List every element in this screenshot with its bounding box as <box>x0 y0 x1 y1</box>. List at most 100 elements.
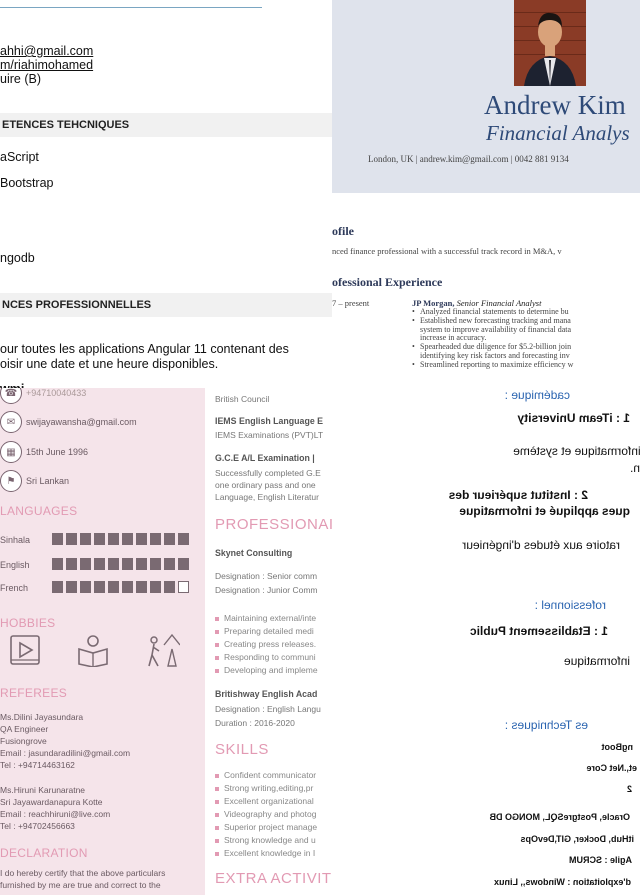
hobbies-heading: HOBBIES <box>0 616 56 630</box>
declaration-text: I do hereby certify that the above parti… <box>0 867 165 891</box>
level-square <box>94 581 105 593</box>
level-square <box>66 533 77 545</box>
mirror-line: 1 : Etablissement Public <box>469 624 608 638</box>
experience-line: oisir une date et une heure disponibles. <box>0 357 219 371</box>
music-player-icon <box>10 635 40 665</box>
mirror-line: itHub, Docker, GIT,DevOps <box>520 834 634 844</box>
mirror-line: Oracle, PostgreSQL, MONGO DB <box>489 812 630 822</box>
level-square <box>136 558 147 570</box>
designation-line: Designation : Junior Comm <box>215 585 318 595</box>
referee-line: Tel : +94702456663 <box>0 821 75 831</box>
experience-line: our toutes les applications Angular 11 c… <box>0 342 289 356</box>
language-level-bars <box>52 581 189 593</box>
mail-icon: ✉ <box>0 411 22 433</box>
language-level-bars <box>52 558 189 570</box>
level-square <box>122 533 133 545</box>
declaration-line: I do hereby certify that the above parti… <box>0 868 166 878</box>
level-square <box>108 558 119 570</box>
candidate-role: Financial Analys <box>486 121 630 145</box>
experience-text: our toutes les applications Angular 11 c… <box>0 342 289 372</box>
mirror-line: informatique <box>563 654 630 668</box>
level-square <box>122 558 133 570</box>
job-bullets: • Analyzed financial statements to determ… <box>412 307 574 370</box>
duty-item: Creating press releases. <box>215 639 316 649</box>
hiking-icon <box>148 633 180 667</box>
email-text: swijayawansha@gmail.com <box>26 417 137 427</box>
education-line: Successfully completed G.E <box>215 468 321 478</box>
language-name: English <box>0 560 30 570</box>
level-square <box>52 533 63 545</box>
education-org: IEMS Examinations (PVT)LT <box>215 430 324 440</box>
skill-item: Confident communicator <box>215 770 316 780</box>
skill-item: Superior project manage <box>215 822 317 832</box>
flag-icon: ⚑ <box>0 470 22 492</box>
level-square <box>150 533 161 545</box>
skill-item: aScript <box>0 150 39 164</box>
mirror-line: ieur en Génie informatique et système <box>513 444 640 458</box>
mirror-line: rofessionnel : <box>534 598 606 612</box>
level-square <box>178 533 189 545</box>
professional-heading: PROFESSIONAI <box>215 516 332 533</box>
job-date: 7 – present <box>332 298 370 308</box>
top-divider <box>0 7 262 8</box>
referee-2: Ms.Hiruni Karunaratne Sri Jayawardanapur… <box>0 784 110 832</box>
duty-item: Developing and impleme <box>215 665 318 675</box>
level-square <box>108 581 119 593</box>
profile-link[interactable]: m/riahimohamed <box>0 58 93 72</box>
mirror-line: 1 : iTeam University <box>517 411 631 425</box>
language-name: French <box>0 583 29 593</box>
referee-line: Email : jasundaradilini@gmail.com <box>0 748 131 758</box>
employer-name: Britishway English Acad <box>215 689 318 699</box>
level-square <box>136 533 147 545</box>
level-square <box>136 581 147 593</box>
french-cv-top: ahhi@gmail.com m/riahimohamed uire (B) E… <box>0 0 340 400</box>
mirror-line: ques appliqué et informatique <box>459 504 630 518</box>
education-title: G.C.E A/L Examination | <box>215 453 315 463</box>
level-square <box>164 558 175 570</box>
level-square <box>150 558 161 570</box>
license-text: uire (B) <box>0 72 41 86</box>
skill-item: Excellent organizational <box>215 796 314 806</box>
education-line: one ordinary pass and one <box>215 480 316 490</box>
profile-text: nced finance professional with a success… <box>332 246 562 256</box>
mirrored-cv: cadémique : 1 : iTeam University ieur en… <box>332 388 640 895</box>
level-square <box>178 581 189 593</box>
bullet-item: • Streamlined reporting to maximize effic… <box>412 359 574 369</box>
mirror-line: es Techniques : <box>504 718 588 732</box>
profile-heading: ofile <box>332 224 354 238</box>
languages-heading: LANGUAGES <box>0 504 78 518</box>
nationality-text: Sri Lankan <box>26 476 70 486</box>
mirror-line: et,.Net Core <box>586 763 637 773</box>
language-name: Sinhala <box>0 535 31 545</box>
referee-line: Fusiongrove <box>0 736 47 746</box>
profile-photo <box>514 0 586 86</box>
mirror-line: Agile : SCRUM <box>569 855 632 865</box>
mirror-line: 2 <box>626 784 632 794</box>
referees-heading: REFEREES <box>0 686 68 700</box>
phone-text: +94710040433 <box>26 388 87 398</box>
email-link[interactable]: ahhi@gmail.com <box>0 44 93 58</box>
level-square <box>150 581 161 593</box>
education-title: IEMS English Language E <box>215 416 324 426</box>
duration-line: Duration : 2016-2020 <box>215 718 295 728</box>
mirror-line: ratoire aux études d'ingénieur <box>462 538 620 552</box>
duty-item: Responding to communi <box>215 652 316 662</box>
level-square <box>108 533 119 545</box>
skill-item: ngodb <box>0 251 35 265</box>
referee-1: Ms.Dilini Jayasundara QA Engineer Fusion… <box>0 711 130 771</box>
employer-name: Skynet Consulting <box>215 548 293 558</box>
language-level-bars <box>52 533 189 545</box>
pink-cv: ☎ +94710040433 ✉ swijayawansha@gmail.com… <box>0 388 332 895</box>
dob-text: 15th June 1996 <box>26 447 89 457</box>
level-square <box>164 533 175 545</box>
level-square <box>94 533 105 545</box>
level-square <box>52 558 63 570</box>
skill-item: Videography and photog <box>215 809 316 819</box>
level-square <box>80 533 91 545</box>
contact-line: London, UK | andrew.kim@gmail.com | 0042… <box>368 154 569 164</box>
skill-item: Excellent knowledge in I <box>215 848 315 858</box>
referee-line: Sri Jayawardanapura Kotte <box>0 797 103 807</box>
referee-line: Email : reachhiruni@live.com <box>0 809 111 819</box>
skill-item: Strong writing,editing,pr <box>215 783 313 793</box>
declaration-line: furnished by me are true and correct to … <box>0 880 161 890</box>
